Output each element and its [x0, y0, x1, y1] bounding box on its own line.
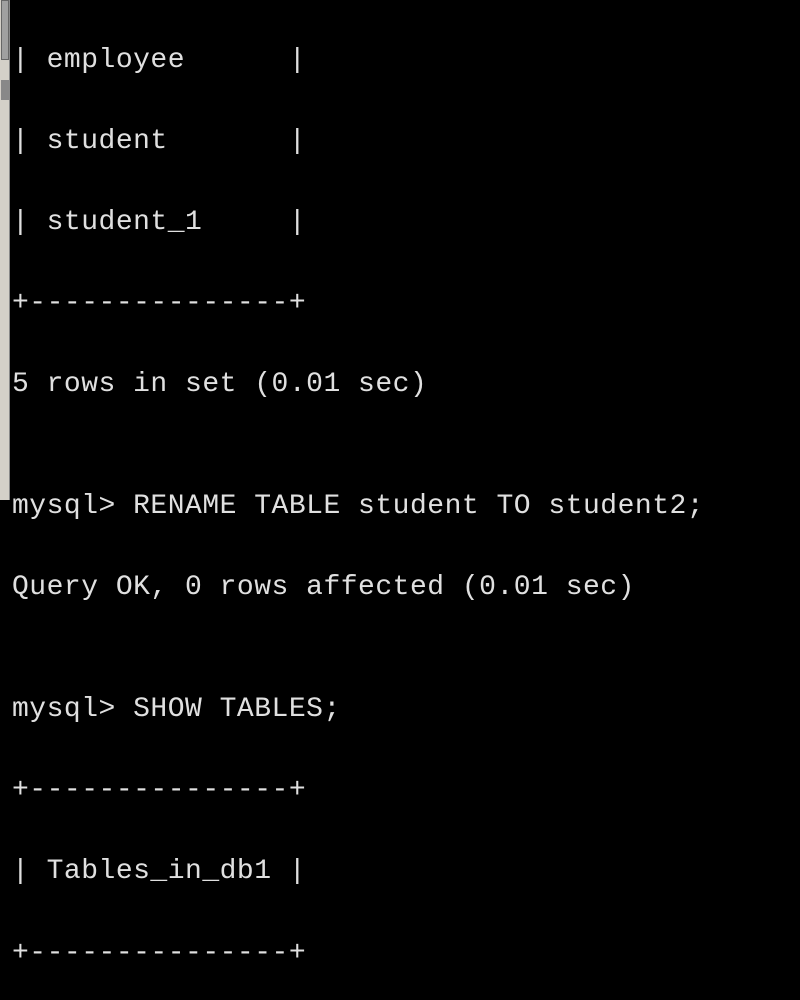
mysql-prompt-command: mysql> RENAME TABLE student TO student2; [12, 487, 800, 528]
table-border: +---------------+ [12, 934, 800, 975]
table-row: | student | [12, 122, 800, 163]
scrollbar-thumb-segment[interactable] [1, 80, 9, 100]
table-border: +---------------+ [12, 284, 800, 325]
table-row: | employee | [12, 41, 800, 82]
mysql-prompt-command: mysql> SHOW TABLES; [12, 690, 800, 731]
vertical-scrollbar[interactable] [0, 0, 10, 500]
result-summary: 5 rows in set (0.01 sec) [12, 365, 800, 406]
scrollbar-thumb[interactable] [1, 0, 9, 60]
table-row: | student_1 | [12, 203, 800, 244]
query-result: Query OK, 0 rows affected (0.01 sec) [12, 568, 800, 609]
terminal-output: | employee | | student | | student_1 | +… [0, 0, 800, 1000]
table-header: | Tables_in_db1 | [12, 852, 800, 893]
table-border: +---------------+ [12, 771, 800, 812]
